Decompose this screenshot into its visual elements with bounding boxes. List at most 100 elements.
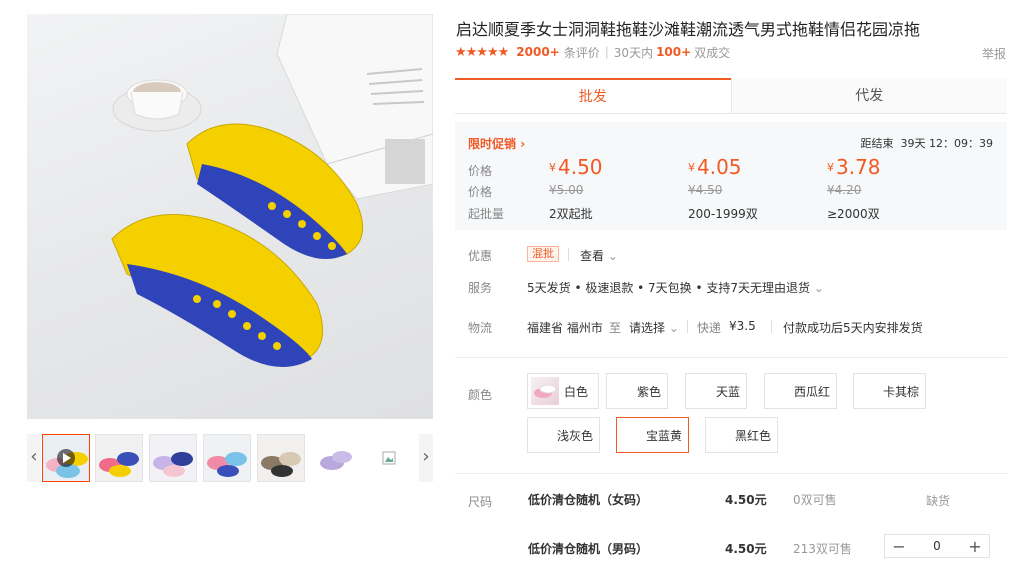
thumbnail-4[interactable]	[203, 434, 251, 482]
thumbnail-3[interactable]	[149, 434, 197, 482]
price-label: 价格	[468, 164, 493, 178]
countdown-label: 距结束	[860, 137, 894, 150]
color-option-light-gray[interactable]: 浅灰色	[527, 417, 600, 453]
size-row-1-price: 4.50元	[725, 493, 767, 507]
view-discount-label: 查看	[580, 249, 605, 263]
tab-wholesale[interactable]: 批发	[455, 78, 731, 113]
quantity-input[interactable]: 0	[913, 539, 961, 553]
divider	[687, 320, 688, 333]
destination-value: 请选择	[629, 321, 666, 335]
tier-price-value: 4.50	[558, 155, 603, 179]
view-discount-dropdown[interactable]: 查看 ⌄	[580, 247, 618, 264]
rating-row: ★★★★★ 2000+ 条评价 | 30天内 100+ 双成交	[455, 44, 730, 60]
size-row-2-stock: 213双可售	[793, 542, 852, 556]
quantity-stepper: − 0 +	[884, 534, 990, 558]
thumbnail-image	[320, 451, 352, 470]
broken-image-icon	[382, 451, 396, 465]
tier-quantity-1: 2双起批	[549, 207, 593, 221]
size-row-1-stock: 0双可售	[793, 493, 837, 507]
color-option-label: 黑红色	[734, 428, 771, 443]
tier-original-2: ¥4.50	[688, 183, 723, 197]
thumbnail-strip: ‹ ›	[27, 434, 433, 482]
tab-dropship[interactable]: 代发	[730, 78, 1007, 113]
tier-original-1: ¥5.00	[549, 183, 584, 197]
rating-stars-icon: ★★★★★	[455, 44, 509, 60]
thumbnail-5[interactable]	[257, 434, 305, 482]
size-label: 尺码	[468, 495, 493, 509]
color-label: 颜色	[468, 388, 493, 402]
thumbnail-image	[96, 435, 142, 481]
color-option-purple[interactable]: 紫色	[606, 373, 668, 409]
review-count[interactable]: 2000+	[516, 45, 559, 59]
color-option-label: 白色	[564, 384, 589, 399]
decrement-button[interactable]: −	[885, 537, 913, 556]
thumbnail-image	[258, 435, 304, 481]
chevron-down-icon: ⌄	[607, 249, 618, 263]
shipping-note: 付款成功后5天内安排发货	[783, 321, 923, 335]
currency-symbol: ¥	[549, 161, 556, 174]
product-title: 启达顺夏季女士洞洞鞋拖鞋沙滩鞋潮流透气男式拖鞋情侣花园凉拖	[456, 20, 921, 39]
increment-button[interactable]: +	[961, 537, 989, 556]
thumbnail-7[interactable]	[365, 434, 413, 482]
thumbnail-video[interactable]	[42, 434, 90, 482]
tier-price-3: ¥3.78	[827, 155, 881, 179]
thumbnail-2[interactable]	[95, 434, 143, 482]
price-box: 限时促销 › 距结束 39天 12：09：39 价格 价格 起批量 ¥4.50 …	[455, 122, 1007, 230]
divider	[771, 320, 772, 333]
size-row-2-name: 低价清仓随机（男码）	[528, 542, 649, 556]
divider	[568, 248, 569, 261]
service-text: 5天发货 • 极速退款 • 7天包换 • 支持7天无理由退货	[527, 281, 811, 295]
size-row-1-status: 缺货	[926, 494, 951, 508]
express-price: ¥3.5	[729, 319, 756, 333]
main-product-image[interactable]	[27, 14, 433, 419]
color-option-watermelon-red[interactable]: 西瓜红	[764, 373, 837, 409]
tier-quantity-3: ≥2000双	[827, 207, 880, 221]
color-option-white[interactable]: 白色	[527, 373, 599, 409]
color-option-sky-blue[interactable]: 天蓝	[685, 373, 747, 409]
color-option-label: 西瓜红	[793, 384, 830, 399]
shipping-to-label: 至	[609, 321, 622, 335]
sales-prefix: 30天内	[613, 45, 654, 60]
tier-price-value: 4.05	[697, 155, 742, 179]
logistics-label: 物流	[468, 321, 493, 335]
service-dropdown[interactable]: 5天发货 • 极速退款 • 7天包换 • 支持7天无理由退货 ⌄	[527, 279, 824, 296]
color-option-royal-blue-yellow[interactable]: 宝蓝黄	[616, 417, 689, 453]
currency-symbol: ¥	[827, 161, 834, 174]
thumbnail-image	[150, 435, 196, 481]
color-option-khaki-brown[interactable]: 卡其棕	[853, 373, 926, 409]
color-option-label: 浅灰色	[556, 428, 593, 443]
promo-label: 限时促销	[468, 137, 517, 151]
chevron-left-icon[interactable]: ‹	[27, 434, 41, 482]
chevron-down-icon: ⌄	[668, 321, 679, 335]
express-label: 快递	[697, 321, 722, 335]
destination-select[interactable]: 请选择 ⌄	[629, 319, 679, 336]
tier-original-3: ¥4.20	[827, 183, 862, 197]
color-option-black-red[interactable]: 黑红色	[705, 417, 778, 453]
thumbnail-image	[204, 435, 250, 481]
color-option-label: 天蓝	[715, 384, 740, 399]
promo-link[interactable]: 限时促销 ›	[468, 135, 525, 152]
size-row-2-price: 4.50元	[725, 542, 767, 556]
review-suffix: 条评价	[563, 45, 600, 60]
chevron-right-icon[interactable]: ›	[419, 434, 433, 482]
report-link[interactable]: 举报	[982, 45, 1006, 62]
color-option-label: 宝蓝黄	[645, 428, 682, 443]
color-option-label: 紫色	[636, 384, 661, 399]
original-price-label: 价格	[468, 185, 493, 199]
tier-price-value: 3.78	[836, 155, 881, 179]
section-divider	[455, 473, 1007, 474]
moq-label: 起批量	[468, 207, 505, 221]
chevron-down-icon: ⌄	[813, 281, 824, 295]
thumbnail-6[interactable]	[311, 434, 359, 482]
divider: |	[604, 45, 609, 59]
countdown: 距结束 39天 12：09：39	[861, 135, 994, 151]
discount-label: 优惠	[468, 249, 493, 263]
tier-quantity-2: 200-1999双	[688, 207, 758, 221]
tier-price-1: ¥4.50	[549, 155, 603, 179]
tier-price-2: ¥4.05	[688, 155, 742, 179]
purchase-mode-tabs: 批发 代发	[455, 78, 1007, 114]
thumbnail-image	[43, 435, 89, 481]
mixed-batch-tag: 混批	[527, 246, 559, 262]
service-label: 服务	[468, 281, 493, 295]
sales-count: 100+	[656, 45, 692, 59]
